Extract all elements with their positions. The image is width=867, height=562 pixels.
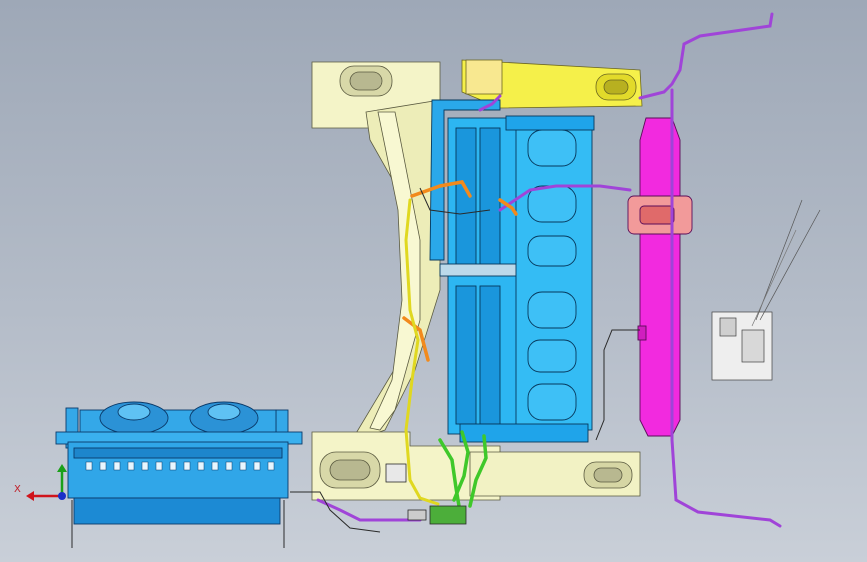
coordinate-triad: [26, 464, 67, 501]
x-axis-arrow-icon: [26, 491, 34, 501]
main-cooling-module: [429, 99, 595, 443]
x-axis-label: X: [14, 484, 21, 495]
y-axis-arrow-icon: [57, 464, 67, 472]
auxiliary-radiator: [55, 401, 303, 548]
expansion-tank: [627, 117, 693, 437]
cad-viewport[interactable]: X: [0, 0, 867, 562]
assembly-scene[interactable]: [0, 0, 867, 562]
z-axis-dot-icon: [58, 492, 66, 500]
sensor-bracket: [711, 199, 821, 381]
